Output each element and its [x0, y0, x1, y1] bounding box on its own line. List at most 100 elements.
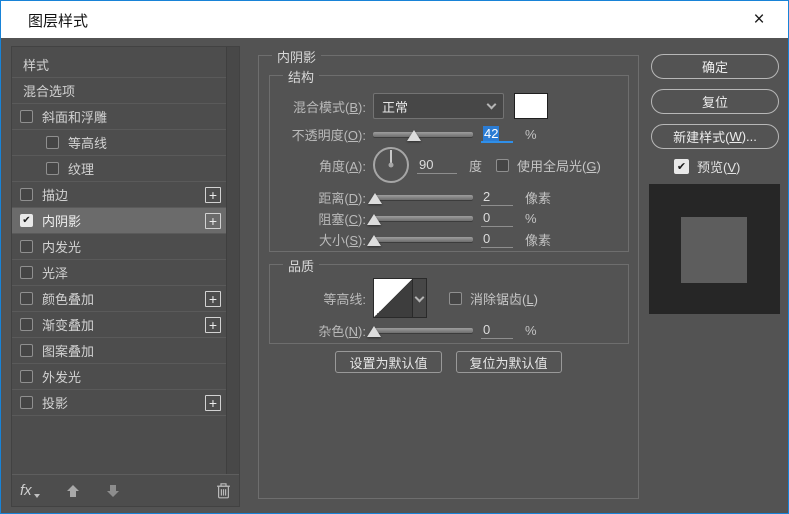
noise-slider-thumb[interactable] — [367, 325, 381, 337]
size-field[interactable]: 0 — [481, 231, 513, 248]
contour-row: 等高线: 消除锯齿(L) — [278, 277, 620, 319]
noise-unit: % — [525, 322, 537, 338]
delete-effect-button[interactable] — [216, 482, 231, 499]
opacity-field[interactable]: 42 — [481, 125, 513, 143]
choke-slider[interactable] — [367, 213, 473, 225]
sidebar-item-label: 图案叠加 — [42, 344, 95, 359]
checkbox-unchecked[interactable] — [20, 292, 33, 305]
noise-slider[interactable] — [367, 325, 473, 337]
add-effect-icon[interactable]: + — [205, 316, 221, 333]
distance-field[interactable]: 2 — [481, 189, 513, 206]
checkbox-unchecked[interactable] — [20, 266, 33, 279]
distance-label: 距离(D): — [318, 190, 366, 206]
sidebar-item-texture[interactable]: 纹理 — [12, 156, 226, 182]
dialog-body: 样式 混合选项 斜面和浮雕 等高线 纹理 描边 + ✔ 内阴影 + 内发光 光泽… — [1, 38, 788, 513]
fx-menu-button[interactable]: fx — [20, 483, 40, 498]
sidebar-item-label: 内发光 — [42, 240, 82, 255]
use-global-light-label: 使用全局光(G) — [517, 158, 601, 174]
use-global-light-checkbox[interactable] — [496, 158, 510, 172]
contour-picker[interactable] — [373, 278, 427, 318]
add-effect-icon[interactable]: + — [205, 290, 221, 307]
add-effect-icon[interactable]: + — [205, 394, 221, 411]
checkbox-unchecked[interactable] — [20, 240, 33, 253]
sidebar-item-stroke[interactable]: 描边 + — [12, 182, 226, 208]
sidebar-item-label: 斜面和浮雕 — [42, 110, 108, 125]
checkbox-unchecked[interactable] — [46, 136, 59, 149]
reset-button[interactable]: 复位 — [651, 89, 779, 114]
sidebar-item-styles[interactable]: 样式 — [12, 52, 226, 78]
chevron-down-icon — [486, 99, 497, 110]
checkbox-unchecked[interactable] — [20, 344, 33, 357]
choke-row: 阻塞(C): 0 % — [278, 208, 620, 228]
choke-field[interactable]: 0 — [481, 210, 513, 227]
sidebar-item-gradient-overlay[interactable]: 渐变叠加 + — [12, 312, 226, 338]
add-effect-icon[interactable]: + — [205, 186, 221, 203]
sidebar-item-label: 等高线 — [68, 136, 108, 151]
distance-slider[interactable] — [368, 192, 473, 204]
size-slider-thumb[interactable] — [367, 234, 381, 246]
size-row: 大小(S): 0 像素 — [278, 229, 620, 249]
checkbox-unchecked[interactable] — [20, 110, 33, 123]
checkbox-checked[interactable]: ✔ — [20, 214, 33, 227]
sidebar-item-blending-options[interactable]: 混合选项 — [12, 78, 226, 104]
quality-group: 品质 等高线: 消除锯齿(L) 杂色(N): 0 % — [269, 256, 629, 344]
blend-mode-select[interactable]: 正常 — [373, 93, 504, 119]
opacity-slider[interactable] — [373, 129, 473, 141]
new-style-button[interactable]: 新建样式(W)... — [651, 124, 779, 149]
sidebar-item-satin[interactable]: 光泽 — [12, 260, 226, 286]
sidebar-item-label: 外发光 — [42, 370, 82, 385]
reset-default-button[interactable]: 复位为默认值 — [455, 351, 562, 373]
angle-dial[interactable] — [373, 147, 409, 183]
blend-mode-label: 混合模式(B): — [293, 99, 366, 115]
sidebar-item-inner-glow[interactable]: 内发光 — [12, 234, 226, 260]
size-label: 大小(S): — [319, 232, 366, 248]
sidebar-item-label: 混合选项 — [23, 84, 76, 99]
distance-slider-thumb[interactable] — [368, 192, 382, 204]
checkbox-unchecked[interactable] — [20, 370, 33, 383]
ok-button[interactable]: 确定 — [651, 54, 779, 79]
sidebar-item-color-overlay[interactable]: 颜色叠加 + — [12, 286, 226, 312]
distance-row: 距离(D): 2 像素 — [278, 187, 620, 207]
sidebar-item-contour[interactable]: 等高线 — [12, 130, 226, 156]
sidebar-item-outer-glow[interactable]: 外发光 — [12, 364, 226, 390]
arrow-up-icon — [66, 484, 79, 497]
preview-label: 预览(V) — [697, 160, 741, 175]
sidebar-item-inner-shadow[interactable]: ✔ 内阴影 + — [12, 208, 226, 234]
noise-label: 杂色(N): — [318, 323, 366, 339]
fx-caret-icon — [33, 494, 40, 498]
checkbox-unchecked[interactable] — [20, 396, 33, 409]
opacity-slider-thumb[interactable] — [407, 129, 421, 141]
checkbox-unchecked[interactable] — [20, 318, 33, 331]
arrow-down-icon — [106, 484, 119, 497]
move-effect-up-button[interactable] — [66, 484, 80, 498]
inner-shadow-panel: 内阴影 结构 混合模式(B): 正常 不透明度(O): 42 % 角度(A): … — [258, 47, 639, 499]
preview-checkbox[interactable]: ✔ — [674, 159, 689, 174]
anti-alias-label: 消除锯齿(L) — [470, 291, 538, 307]
move-effect-down-button[interactable] — [106, 484, 120, 498]
size-value: 0 — [483, 230, 491, 246]
angle-value: 90 — [419, 156, 434, 172]
sidebar-item-bevel-emboss[interactable]: 斜面和浮雕 — [12, 104, 226, 130]
distance-unit: 像素 — [525, 190, 552, 206]
checkbox-unchecked[interactable] — [20, 188, 33, 201]
close-icon[interactable]: × — [744, 8, 774, 32]
angle-unit: 度 — [469, 158, 483, 174]
add-effect-icon[interactable]: + — [205, 212, 221, 229]
quality-legend: 品质 — [283, 256, 320, 275]
structure-legend: 结构 — [283, 67, 320, 86]
shadow-color-swatch[interactable] — [514, 93, 548, 119]
choke-slider-thumb[interactable] — [367, 213, 381, 225]
sidebar-item-label: 投影 — [42, 396, 69, 411]
style-preview-thumbnail — [649, 184, 780, 314]
style-preview-inner-square — [681, 217, 747, 283]
sidebar-item-drop-shadow[interactable]: 投影 + — [12, 390, 226, 416]
checkbox-unchecked[interactable] — [46, 162, 59, 175]
noise-field[interactable]: 0 — [481, 322, 513, 339]
sidebar-item-pattern-overlay[interactable]: 图案叠加 — [12, 338, 226, 364]
anti-alias-checkbox[interactable] — [449, 291, 462, 305]
sidebar-scrollbar-track[interactable] — [226, 47, 239, 474]
set-default-button[interactable]: 设置为默认值 — [335, 351, 442, 373]
size-slider[interactable] — [367, 234, 473, 246]
contour-thumbnail — [374, 279, 412, 317]
angle-field[interactable]: 90 — [417, 157, 457, 174]
